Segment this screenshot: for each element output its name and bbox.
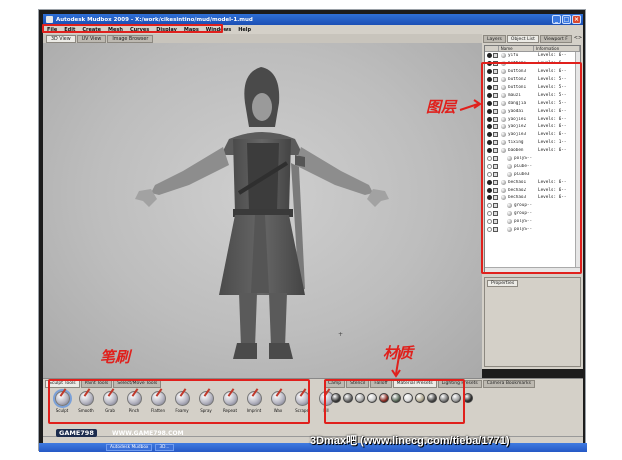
- object-name: yifu: [508, 53, 519, 59]
- header-visibility[interactable]: [485, 46, 499, 51]
- tab-camera-bookmarks[interactable]: Camera Bookmarks: [482, 380, 535, 388]
- taskbar-item-mudbox[interactable]: Autodesk Mudbox: [106, 444, 153, 451]
- annotation-brush: 笔刷: [100, 348, 131, 366]
- watermark-logo: GAME798: [56, 429, 97, 437]
- object-info: Levels: 6--: [538, 53, 567, 59]
- close-button[interactable]: ×: [572, 15, 581, 24]
- tab-uv-view[interactable]: UV View: [76, 35, 107, 43]
- material-highlight-box: [324, 379, 465, 424]
- tab-scroll-arrows[interactable]: <>: [573, 35, 583, 43]
- lock-icon[interactable]: [493, 53, 498, 59]
- header-information[interactable]: Information: [534, 46, 580, 51]
- annotation-outliner: 图层: [426, 98, 457, 116]
- brush-highlight-box: [48, 379, 310, 424]
- viewport-center-marker: +: [338, 331, 344, 338]
- eye-icon[interactable]: [487, 53, 492, 59]
- maximize-button[interactable]: □: [562, 15, 571, 24]
- tab-object-list[interactable]: Object List: [506, 35, 539, 43]
- header-name[interactable]: Name: [499, 46, 534, 51]
- 3d-viewport[interactable]: +: [43, 43, 482, 378]
- watermark-forum: 3Dmax吧 (www.linecg.com/tieba/1771): [310, 435, 510, 447]
- viewport-tabs: 3D View UV View Image Browser: [43, 34, 482, 43]
- menu-help[interactable]: Help: [238, 27, 251, 33]
- annotation-material: 材质: [383, 344, 414, 362]
- object-list-highlight-box: [481, 62, 582, 274]
- tab-image-browser[interactable]: Image Browser: [107, 35, 154, 43]
- tab-properties[interactable]: Properties: [487, 280, 519, 287]
- mesh-sphere-icon: [501, 53, 506, 59]
- tab-3d-view[interactable]: 3D View: [46, 35, 76, 43]
- window-title: Autodesk Mudbox 2009 - X:/work/cikesinti…: [56, 16, 253, 23]
- tab-viewport-filters[interactable]: Viewport F: [539, 35, 572, 43]
- object-list-row[interactable]: yifu Levels: 6--: [485, 52, 580, 60]
- mudbox-app-icon: [46, 16, 53, 23]
- character-model: [135, 67, 389, 359]
- taskbar-item-other[interactable]: 3D...: [155, 444, 174, 451]
- menu-highlight-box: [42, 24, 223, 33]
- properties-panel: Properties: [484, 277, 581, 367]
- watermark-url: WWW.GAME798.COM: [112, 430, 184, 437]
- minimize-button[interactable]: _: [552, 15, 561, 24]
- tab-layers[interactable]: Layers: [483, 35, 506, 43]
